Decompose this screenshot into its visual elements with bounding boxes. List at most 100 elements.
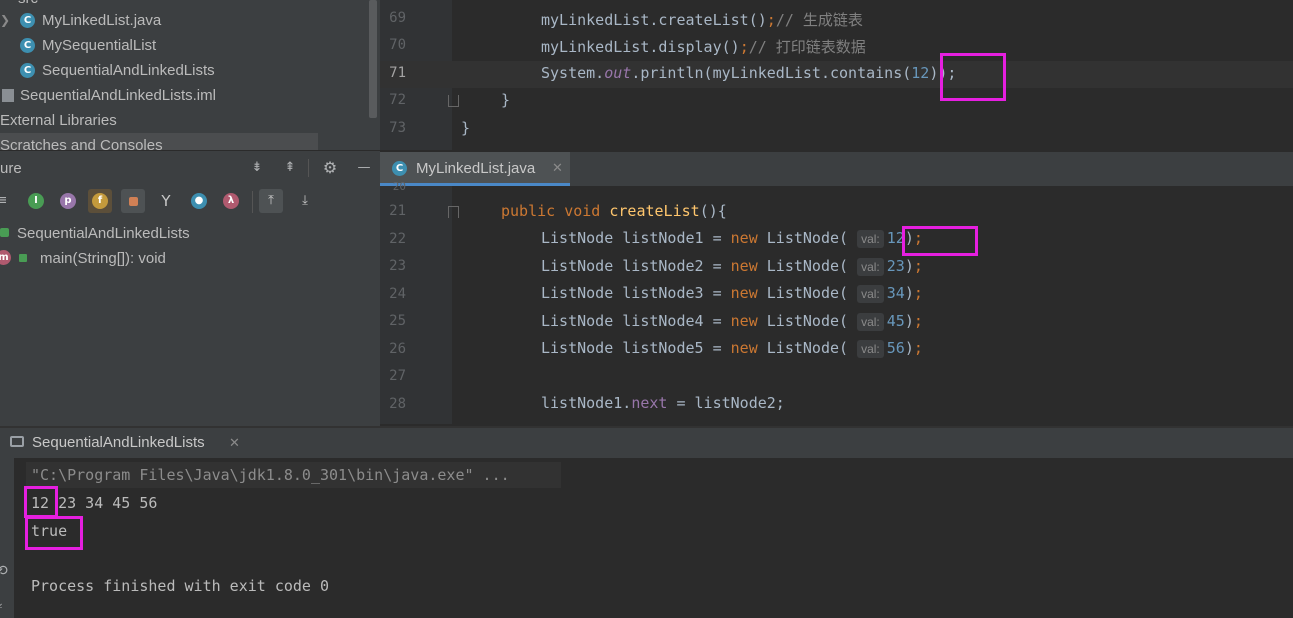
line-number: 21 — [389, 203, 406, 219]
tree-item-label: MyLinkedList.java — [42, 12, 162, 29]
class-icon: C — [20, 13, 35, 28]
code-comment: // 打印链表数据 — [748, 38, 866, 56]
code-keyword: new — [730, 312, 758, 330]
editor-main[interactable]: 69 70 71 72 73 myLinkedList.createList()… — [380, 0, 1293, 150]
class-icon: C — [392, 161, 407, 176]
properties-icon[interactable]: p — [60, 193, 76, 209]
code-type: ListNode — [766, 339, 840, 357]
param-hint: val: — [857, 285, 884, 303]
fold-icon[interactable] — [448, 206, 459, 218]
structure-method-label: main(String[]): void — [40, 250, 166, 267]
editor-gutter — [380, 186, 452, 424]
structure-class-item[interactable]: SequentialAndLinkedLists — [0, 221, 190, 246]
code-text: (){ — [699, 202, 727, 220]
structure-method-item[interactable]: m main(String[]): void — [0, 246, 166, 271]
editor-secondary[interactable]: C MyLinkedList.java ✕ 20 21 22 23 24 25 … — [380, 152, 1293, 424]
class-icon: C — [20, 38, 35, 53]
line-number: 73 — [389, 120, 406, 136]
highlight-box-first-value — [902, 226, 978, 256]
tab-mylinkedlist[interactable]: C MyLinkedList.java ✕ — [380, 152, 570, 186]
chevron-right-icon[interactable]: ❯ — [0, 8, 10, 33]
run-console: SequentialAndLinkedLists ✕ ⟲ ⤓ "C:\Progr… — [0, 426, 1293, 618]
code-type: ListNode — [766, 229, 840, 247]
line-number: 25 — [389, 313, 406, 329]
non-public-toggle[interactable] — [121, 189, 145, 213]
class-public-icon — [0, 228, 9, 237]
tree-item-iml[interactable]: SequentialAndLinkedLists.iml — [0, 83, 216, 108]
code-type: ListNode — [766, 312, 840, 330]
fold-icon[interactable] — [448, 95, 459, 107]
code-line-21: public void createList(){ — [501, 202, 727, 220]
highlight-box-contains-arg — [940, 53, 1006, 101]
tab-label: MyLinkedList.java — [416, 160, 536, 177]
structure-title: ure — [0, 160, 22, 177]
code-keyword: public — [501, 202, 556, 220]
console-icon — [10, 436, 24, 447]
close-icon[interactable]: ✕ — [229, 435, 240, 451]
code-type: ListNode — [766, 284, 840, 302]
anonymous-classes-icon[interactable]: Y — [154, 189, 178, 213]
rerun-icon[interactable]: ⟲ — [0, 562, 8, 579]
expand-all-icon[interactable]: ⇟ — [245, 156, 269, 180]
code-line-26: ListNode listNode5 = new ListNode( val: 5… — [541, 339, 923, 358]
code-line-73: } — [461, 119, 471, 137]
iml-file-icon — [2, 89, 14, 102]
tree-item-label: MySequentialList — [42, 37, 157, 54]
run-tab[interactable]: SequentialAndLinkedLists ✕ — [0, 428, 248, 458]
code-type: ListNode — [541, 257, 614, 275]
tree-item-scratches[interactable]: Scratches and Consoles — [0, 133, 318, 150]
code-type: ListNode — [541, 229, 614, 247]
structure-toolbar: ≡ I p f Y ● λ ⤒ ⤓ — [0, 187, 380, 217]
code-var: listNode5 — [622, 339, 704, 357]
code-line-25: ListNode listNode4 = new ListNode( val: 4… — [541, 312, 923, 331]
structure-header: ure ⇟ ⇞ ⚙ — — [0, 151, 380, 185]
tree-item-external-libraries[interactable]: External Libraries — [0, 108, 117, 133]
tree-item-sequentialandlinkedlists[interactable]: C SequentialAndLinkedLists — [20, 58, 215, 83]
code-number: 12 — [911, 64, 930, 82]
line-number: 26 — [389, 341, 406, 357]
scroll-end-icon[interactable]: ⤓ — [0, 594, 2, 611]
code-text: listNode1. — [541, 394, 632, 412]
autoscroll-to-source-icon[interactable]: ⤒ — [259, 189, 283, 213]
fields-icon: f — [92, 193, 108, 209]
lambda-icon[interactable]: λ — [223, 193, 239, 209]
sort-icon[interactable]: ≡ — [0, 189, 14, 213]
project-tree-panel: src ❯ C MyLinkedList.java C MySequential… — [0, 0, 380, 150]
divider — [308, 159, 309, 177]
tree-item-mylinkedlist[interactable]: C MyLinkedList.java — [20, 8, 161, 33]
line-number: 22 — [389, 231, 406, 247]
gear-icon[interactable]: ⚙ — [318, 156, 342, 180]
autoscroll-from-source-icon[interactable]: ⤓ — [293, 189, 317, 213]
line-number: 70 — [389, 37, 406, 53]
code-comment: // 生成链表 — [775, 11, 863, 29]
param-hint: val: — [857, 230, 884, 248]
code-keyword: new — [730, 229, 758, 247]
line-number: 24 — [389, 286, 406, 302]
fields-toggle[interactable]: f — [88, 189, 112, 213]
close-icon[interactable]: ✕ — [552, 160, 563, 176]
line-number: 71 — [389, 65, 406, 81]
structure-panel: ure ⇟ ⇞ ⚙ — ≡ I p f Y ● λ ⤒ ⤓ Sequential… — [0, 150, 380, 427]
code-line-72: } — [501, 91, 511, 109]
code-var: listNode4 — [622, 312, 704, 330]
code-number: 23 — [886, 257, 905, 275]
tree-item-mysequentiallist[interactable]: C MySequentialList — [20, 33, 156, 58]
code-var: listNode2 — [622, 257, 704, 275]
code-line-23: ListNode listNode2 = new ListNode( val: 2… — [541, 257, 923, 276]
code-text: .println(myLinkedList.contains( — [631, 64, 912, 82]
code-field: next — [631, 394, 668, 412]
tree-item-label: Scratches and Consoles — [0, 137, 163, 150]
tree-item-label: SequentialAndLinkedLists.iml — [20, 87, 216, 104]
tree-scrollbar[interactable] — [369, 0, 377, 118]
line-number: 69 — [389, 10, 406, 26]
lock-icon — [129, 197, 138, 206]
code-var: listNode3 — [622, 284, 704, 302]
code-text: System. — [541, 64, 605, 82]
line-number: 23 — [389, 258, 406, 274]
code-text: = listNode2; — [667, 394, 785, 412]
collapse-all-icon[interactable]: ⇞ — [278, 156, 302, 180]
inherited-icon[interactable]: I — [28, 193, 44, 209]
minimize-icon[interactable]: — — [352, 156, 376, 180]
lambdas-circle-icon[interactable]: ● — [191, 193, 207, 209]
code-keyword: new — [730, 257, 758, 275]
